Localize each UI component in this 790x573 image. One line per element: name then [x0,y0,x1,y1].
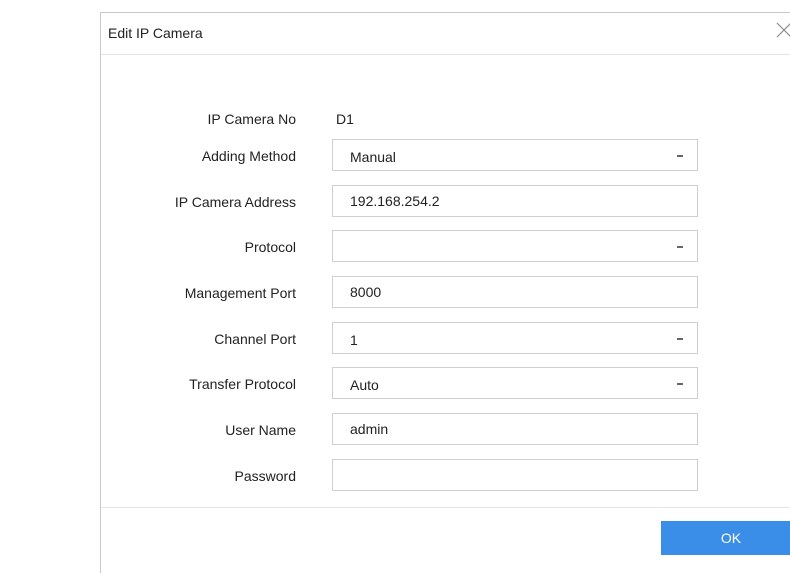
adding-method-select[interactable]: Manual [332,139,698,171]
camera-address-field[interactable] [332,185,698,217]
close-icon [776,22,790,38]
dialog-title: Edit IP Camera [108,25,203,41]
transfer-protocol-label: Transfer Protocol [189,376,296,392]
row-transfer-protocol: Transfer Protocol Auto [101,367,790,401]
management-port-input[interactable] [333,277,697,307]
edit-ip-camera-dialog: Edit IP Camera IP Camera No D1 Adding Me… [100,12,790,573]
camera-address-input[interactable] [333,186,697,216]
management-port-field[interactable] [332,276,698,308]
ok-button[interactable]: OK [661,521,790,555]
chevron-down-icon [677,383,683,385]
camera-no-label: IP Camera No [207,111,296,127]
chevron-down-icon [677,246,683,248]
adding-method-value: Manual [350,149,396,165]
row-camera-address: IP Camera Address [101,185,790,219]
close-button[interactable] [775,21,790,39]
user-name-label: User Name [225,422,296,438]
row-password: Password [101,459,790,493]
row-channel-port: Channel Port 1 [101,322,790,356]
footer-divider [101,507,790,508]
transfer-protocol-select[interactable]: Auto [332,367,698,399]
user-name-input[interactable] [333,414,697,444]
chevron-down-icon [677,338,683,340]
row-protocol: Protocol [101,230,790,264]
management-port-label: Management Port [184,285,296,301]
row-adding-method: Adding Method Manual [101,139,790,173]
password-field[interactable] [332,459,698,491]
row-camera-no: IP Camera No D1 [101,102,790,136]
password-label: Password [234,468,296,484]
protocol-label: Protocol [244,239,296,255]
row-management-port: Management Port [101,276,790,310]
user-name-field[interactable] [332,413,698,445]
channel-port-label: Channel Port [214,331,296,347]
camera-no-value: D1 [336,111,354,127]
dialog-titlebar: Edit IP Camera [101,13,790,55]
adding-method-label: Adding Method [201,148,296,164]
chevron-down-icon [677,155,683,157]
channel-port-select[interactable]: 1 [332,322,698,354]
channel-port-value: 1 [350,332,358,348]
password-input[interactable] [333,460,697,490]
row-user-name: User Name [101,413,790,447]
camera-address-label: IP Camera Address [174,194,296,210]
transfer-protocol-value: Auto [350,377,379,393]
protocol-select[interactable] [332,230,698,262]
